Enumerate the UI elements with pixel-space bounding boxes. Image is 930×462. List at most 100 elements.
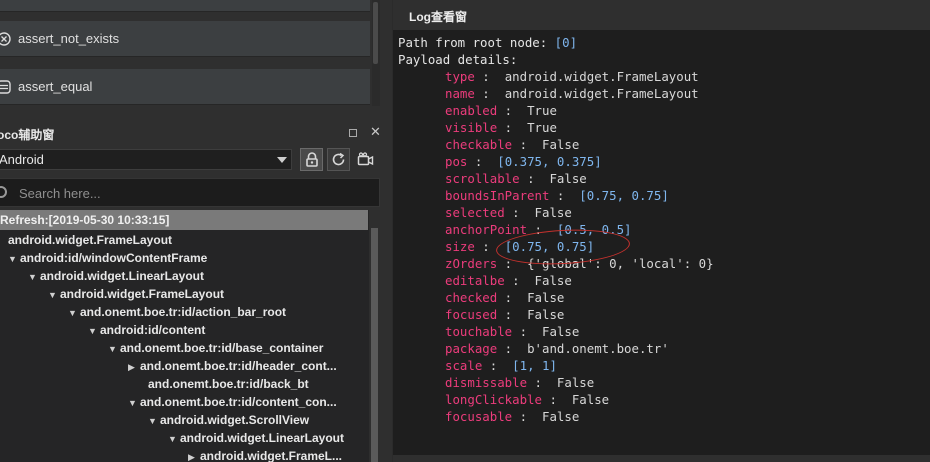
assert-list-scroll-thumb[interactable]: [373, 2, 378, 64]
search-input[interactable]: Search here...: [0, 178, 380, 207]
log-field-separator: :: [467, 154, 498, 169]
log-field-value: False: [571, 392, 610, 407]
log-field-value: False: [541, 409, 580, 424]
ui-hierarchy-tree[interactable]: Refresh:[2019-05-30 10:33:15] android.wi…: [0, 210, 380, 462]
expanded-arrow-icon[interactable]: ▼: [168, 430, 180, 448]
assert-button-partial[interactable]: [0, 0, 370, 12]
log-field-value: android.widget.FrameLayout: [504, 69, 699, 84]
search-icon: [0, 186, 7, 198]
tree-row[interactable]: ▼ and.onemt.boe.tr:id/base_container: [108, 339, 323, 357]
log-panel: Log查看窗 Path from root node: [0] Payload d…: [393, 0, 930, 462]
log-field-separator: :: [519, 171, 550, 186]
tree-row-label: android:id/windowContentFrame: [20, 251, 208, 265]
log-field-line: boundsInParent : [0.75, 0.75]: [398, 187, 714, 204]
log-field-value: False: [541, 137, 580, 152]
expanded-arrow-icon[interactable]: ▼: [8, 250, 20, 268]
log-field-key: size: [445, 239, 475, 254]
log-field-value: False: [527, 290, 565, 305]
log-field-separator: :: [504, 273, 535, 288]
log-panel-header: Log查看窗: [393, 0, 930, 30]
tree-row[interactable]: ▶ and.onemt.boe.tr:id/header_cont...: [128, 357, 337, 375]
assert-not-exists-button[interactable]: assert_not_exists: [0, 21, 370, 57]
search-placeholder: Search here...: [19, 186, 101, 201]
log-field-line: focused : False: [398, 306, 714, 323]
log-field-line: touchable : False: [398, 323, 714, 340]
expanded-arrow-icon[interactable]: ▼: [108, 340, 120, 358]
log-field-separator: :: [497, 103, 528, 118]
log-field-line: checkable : False: [398, 136, 714, 153]
tree-row-label: and.onemt.boe.tr:id/action_bar_root: [80, 305, 287, 319]
expanded-arrow-icon[interactable]: ▼: [88, 322, 100, 340]
tree-row[interactable]: ▼ and.onemt.boe.tr:id/content_con...: [128, 393, 337, 411]
log-field-separator: :: [549, 188, 580, 203]
tree-row-label: android.widget.FrameL...: [200, 449, 343, 462]
tree-row[interactable]: ▼ android.widget.LinearLayout: [168, 429, 344, 447]
expanded-arrow-icon[interactable]: ▼: [68, 304, 80, 322]
tree-row[interactable]: ▼ android.widget.FrameLayout: [48, 285, 224, 303]
log-field-line: selected : False: [398, 204, 714, 221]
log-field-key: scale: [445, 358, 483, 373]
log-field-key: pos: [445, 154, 468, 169]
log-field-key: checkable: [445, 137, 513, 152]
log-field-key: selected: [445, 205, 505, 220]
log-field-key: type: [445, 69, 475, 84]
float-window-icon[interactable]: [349, 129, 357, 137]
log-field-key: scrollable: [445, 171, 520, 186]
close-icon[interactable]: ✕: [370, 124, 381, 140]
tree-scrollbar[interactable]: [369, 210, 380, 462]
log-field-separator: :: [497, 341, 528, 356]
log-field-value: False: [527, 307, 565, 322]
camera-icon: [357, 152, 374, 166]
refresh-button[interactable]: [327, 148, 350, 171]
expanded-arrow-icon[interactable]: ▼: [48, 286, 60, 304]
collapsed-arrow-icon[interactable]: ▶: [188, 448, 200, 462]
tree-row-label: android.widget.ScrollView: [160, 413, 310, 427]
poco-helper-header: oco辅助窗 ✕: [0, 124, 392, 144]
tree-scroll-thumb[interactable]: [371, 228, 378, 462]
log-field-value: True: [527, 120, 557, 135]
tree-row[interactable]: android.widget.FrameLayout: [8, 231, 172, 249]
tree-row[interactable]: ▼ android:id/content: [88, 321, 205, 339]
log-field-value: b'and.onemt.boe.tr': [527, 341, 669, 356]
refresh-timestamp-row[interactable]: Refresh:[2019-05-30 10:33:15]: [0, 210, 368, 230]
tree-row[interactable]: ▼ and.onemt.boe.tr:id/action_bar_root: [68, 303, 286, 321]
log-field-separator: :: [497, 290, 528, 305]
assert-equal-button[interactable]: assert_equal: [0, 69, 370, 105]
log-field-separator: :: [512, 409, 542, 424]
log-field-value: [1, 1]: [512, 358, 557, 373]
tree-row[interactable]: and.onemt.boe.tr:id/back_bt: [148, 375, 309, 393]
log-field-separator: :: [497, 307, 528, 322]
log-bottom-bar: [393, 455, 930, 462]
log-field-value: False: [549, 171, 587, 186]
tree-row[interactable]: ▼ android:id/windowContentFrame: [8, 249, 207, 267]
equal-icon: [0, 79, 11, 94]
log-field-separator: :: [474, 86, 505, 101]
refresh-icon: [332, 152, 345, 166]
log-field-line: name : android.widget.FrameLayout: [398, 85, 714, 102]
tree-row[interactable]: ▶ android.widget.FrameL...: [188, 447, 342, 462]
lock-button[interactable]: [300, 148, 323, 171]
target-icon: [0, 31, 11, 46]
log-field-separator: :: [482, 358, 513, 373]
tree-row[interactable]: ▼ android.widget.LinearLayout: [28, 267, 204, 285]
expanded-arrow-icon[interactable]: ▼: [128, 394, 140, 412]
log-field-key: name: [445, 86, 475, 101]
log-field-separator: :: [527, 375, 557, 390]
log-field-key: enabled: [445, 103, 498, 118]
log-panel-title: Log查看窗: [409, 10, 467, 24]
tree-row[interactable]: ▼ android.widget.ScrollView: [148, 411, 309, 429]
expanded-arrow-icon[interactable]: ▼: [148, 412, 160, 430]
log-field-key: zOrders: [445, 256, 498, 271]
log-field-separator: :: [512, 137, 542, 152]
tree-row-label: and.onemt.boe.tr:id/header_cont...: [140, 359, 337, 373]
record-button[interactable]: [354, 148, 377, 171]
log-field-line: dismissable : False: [398, 374, 714, 391]
expanded-arrow-icon[interactable]: ▼: [28, 268, 40, 286]
collapsed-arrow-icon[interactable]: ▶: [128, 358, 140, 376]
log-path-value: [0]: [554, 35, 578, 50]
log-field-key: checked: [445, 290, 498, 305]
log-field-line: visible : True: [398, 119, 714, 136]
platform-select[interactable]: Android: [0, 149, 292, 170]
log-field-key: longClickable: [445, 392, 542, 407]
log-field-line: scrollable : False: [398, 170, 714, 187]
